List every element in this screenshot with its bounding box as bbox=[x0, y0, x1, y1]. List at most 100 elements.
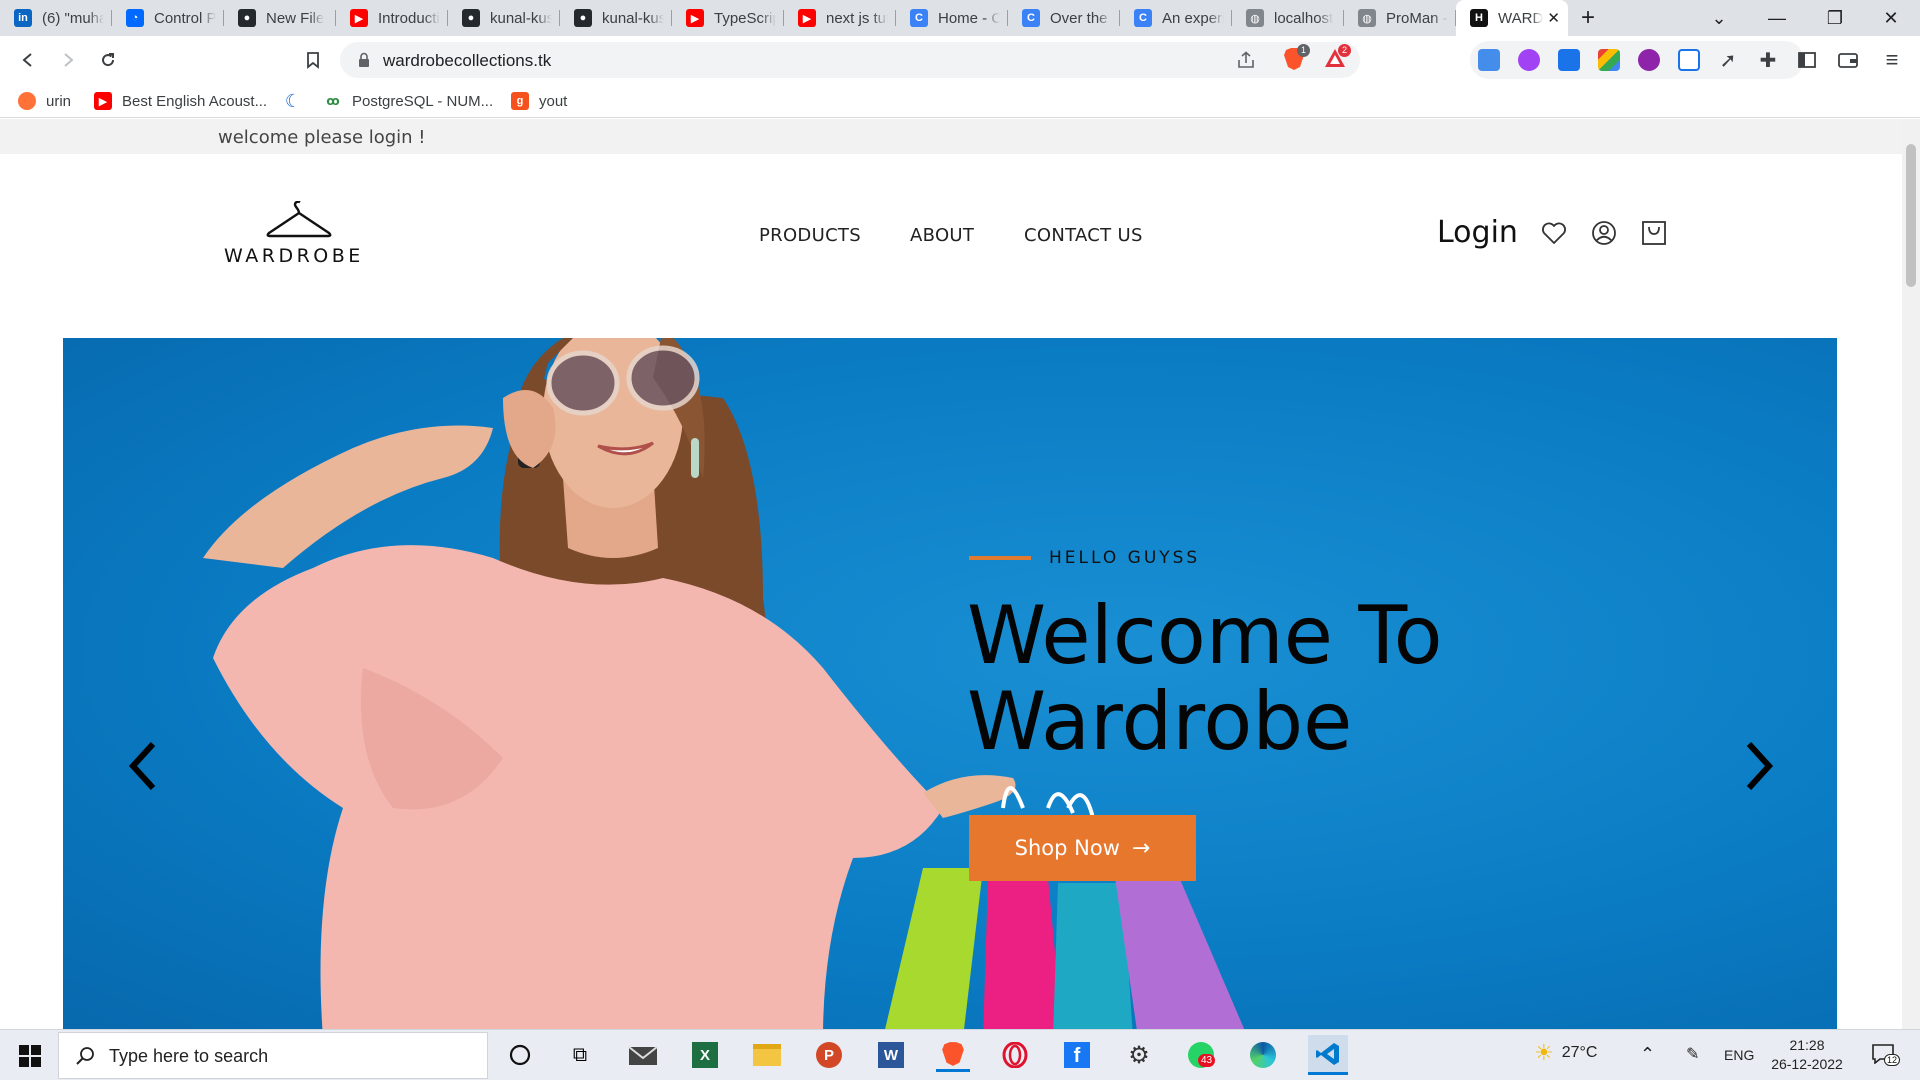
excel-icon[interactable]: X bbox=[688, 1038, 722, 1072]
bookmark-label: yout bbox=[539, 92, 568, 110]
extension-1-icon[interactable] bbox=[1478, 49, 1500, 71]
close-tab-icon[interactable]: ✕ bbox=[1547, 9, 1560, 27]
close-window-button[interactable]: ✕ bbox=[1862, 0, 1920, 36]
tab-title: ProMan - bbox=[1386, 9, 1448, 27]
brave-badge: 1 bbox=[1297, 44, 1310, 57]
slider-prev-arrow-icon[interactable] bbox=[123, 738, 163, 794]
tagline-accent-line bbox=[969, 556, 1031, 560]
tab-active[interactable]: H WARD ✕ bbox=[1456, 0, 1568, 36]
tab-title: Control Pa bbox=[154, 9, 216, 27]
announcement-bar: welcome please login ! bbox=[0, 119, 1902, 154]
tab[interactable]: ● kunal-kus bbox=[448, 0, 560, 36]
youtube-icon: ▶ bbox=[350, 9, 368, 27]
notification-center-icon[interactable]: 12 bbox=[1872, 1044, 1901, 1066]
extension-2-icon[interactable] bbox=[1518, 49, 1540, 71]
settings-gear-icon[interactable]: ⚙ bbox=[1122, 1038, 1156, 1072]
language-indicator[interactable]: ENG bbox=[1724, 1047, 1754, 1063]
task-view-icon[interactable]: ⧉ bbox=[563, 1038, 597, 1072]
clock[interactable]: 21:28 26-12-2022 bbox=[1766, 1036, 1848, 1074]
nav-about[interactable]: ABOUT bbox=[910, 225, 974, 246]
rocket-icon[interactable]: ➚ bbox=[1716, 48, 1740, 72]
shop-now-button[interactable]: Shop Now → bbox=[969, 815, 1196, 881]
slider-next-arrow-icon[interactable] bbox=[1739, 738, 1779, 794]
tab[interactable]: ● kunal-kus bbox=[560, 0, 672, 36]
restore-button[interactable]: ❐ bbox=[1806, 0, 1864, 36]
tab[interactable]: ▶ TypeScrip bbox=[672, 0, 784, 36]
screen-recorder-icon[interactable] bbox=[1678, 49, 1700, 71]
brave-rewards-button[interactable]: 2 bbox=[1324, 44, 1351, 73]
welcome-text: welcome please login ! bbox=[218, 127, 426, 148]
user-account-icon[interactable] bbox=[1590, 219, 1618, 247]
globe-icon: ◍ bbox=[1358, 9, 1376, 27]
tab[interactable]: ◍ ProMan - bbox=[1344, 0, 1456, 36]
file-explorer-icon[interactable] bbox=[750, 1038, 784, 1072]
nav-contact[interactable]: CONTACT US bbox=[1024, 225, 1143, 246]
edge-icon[interactable] bbox=[1246, 1038, 1280, 1072]
bookmark-item[interactable]: ☾ bbox=[284, 90, 312, 112]
tab[interactable]: ◍ localhost bbox=[1232, 0, 1344, 36]
pen-icon[interactable]: ✎ bbox=[1686, 1044, 1699, 1064]
vscode-icon[interactable] bbox=[1308, 1035, 1348, 1075]
tab[interactable]: ◔ Control Pa bbox=[112, 0, 224, 36]
scrollbar-thumb[interactable] bbox=[1906, 144, 1916, 287]
bookmark-item[interactable]: ꝏ PostgreSQL - NUM... bbox=[324, 90, 493, 112]
g-icon: g bbox=[511, 92, 529, 110]
share-icon[interactable] bbox=[1236, 51, 1256, 69]
login-link[interactable]: Login bbox=[1437, 215, 1518, 250]
shopping-bag-icon[interactable] bbox=[1640, 219, 1668, 247]
tab[interactable]: ▶ Introducti bbox=[336, 0, 448, 36]
extension-5-icon[interactable] bbox=[1638, 49, 1660, 71]
tab[interactable]: C An experi bbox=[1120, 0, 1232, 36]
minimize-button[interactable]: — bbox=[1748, 0, 1806, 36]
tab[interactable]: C Over the l bbox=[1008, 0, 1120, 36]
extension-4-icon[interactable] bbox=[1598, 49, 1620, 71]
tab[interactable]: C Home - C bbox=[896, 0, 1008, 36]
show-hidden-icons-icon[interactable]: ⌃ bbox=[1640, 1044, 1655, 1065]
bookmark-item[interactable]: ▶ Best English Acoust... bbox=[94, 90, 267, 112]
tab[interactable]: in (6) "muha bbox=[0, 0, 112, 36]
taskbar-search-box[interactable]: Type here to search bbox=[58, 1032, 488, 1079]
extensions-puzzle-icon[interactable]: ✚ bbox=[1756, 48, 1780, 72]
brave-browser-icon[interactable] bbox=[936, 1038, 970, 1072]
reload-button[interactable] bbox=[96, 48, 120, 72]
back-icon bbox=[22, 53, 32, 67]
windows-start-icon[interactable] bbox=[19, 1045, 41, 1067]
hanger-icon bbox=[266, 201, 332, 238]
github-icon: ● bbox=[238, 9, 256, 27]
mail-icon[interactable] bbox=[626, 1038, 660, 1072]
bookmark-label: Best English Acoust... bbox=[122, 92, 268, 110]
bookmark-item[interactable]: urin bbox=[18, 90, 71, 112]
wallet-icon[interactable] bbox=[1836, 48, 1860, 72]
bookmark-item[interactable]: g yout bbox=[511, 90, 567, 112]
download-extension-icon[interactable] bbox=[1558, 49, 1580, 71]
brave-shields-button[interactable]: 1 bbox=[1283, 44, 1310, 73]
menu-icon[interactable]: ≡ bbox=[1880, 47, 1904, 72]
tab-search-icon[interactable]: ⌄ bbox=[1690, 0, 1748, 36]
tab-strip: in (6) "muha ◔ Control Pa ● New File ▶ Introduc… bbox=[0, 0, 1920, 36]
logo[interactable]: WARDROBE bbox=[220, 201, 380, 271]
tab[interactable]: ● New File bbox=[224, 0, 336, 36]
page-scrollbar[interactable] bbox=[1902, 119, 1920, 1029]
arrow-right-icon: → bbox=[1131, 835, 1151, 861]
facebook-icon[interactable]: f bbox=[1060, 1038, 1094, 1072]
powerpoint-icon[interactable]: P bbox=[812, 1038, 846, 1072]
clock-date: 26-12-2022 bbox=[1771, 1056, 1843, 1072]
wishlist-heart-icon[interactable] bbox=[1540, 219, 1568, 247]
tab-title: Home - C bbox=[938, 9, 1000, 27]
whatsapp-icon[interactable]: 43 bbox=[1184, 1038, 1218, 1072]
moon-icon: ☾ bbox=[284, 90, 302, 111]
nav-products[interactable]: PRODUCTS bbox=[759, 225, 861, 246]
new-tab-button[interactable]: + bbox=[1568, 0, 1608, 36]
tab[interactable]: ▶ next js tut bbox=[784, 0, 896, 36]
bookmark-button[interactable] bbox=[301, 48, 325, 72]
browser-toolbar: wardrobecollections.tk 1 2 ➚ ✚ ≡ bbox=[0, 36, 1920, 84]
sidebar-toggle-icon[interactable] bbox=[1795, 48, 1819, 72]
address-bar[interactable]: wardrobecollections.tk bbox=[340, 42, 1360, 78]
weather-sun-icon: ☀ bbox=[1534, 1040, 1554, 1065]
weather-widget[interactable]: ☀ 27°C bbox=[1534, 1040, 1597, 1066]
cortana-icon[interactable] bbox=[503, 1038, 537, 1072]
back-button[interactable] bbox=[16, 48, 40, 72]
opera-icon[interactable] bbox=[998, 1038, 1032, 1072]
word-icon[interactable]: W bbox=[874, 1038, 908, 1072]
forward-button[interactable] bbox=[56, 48, 80, 72]
